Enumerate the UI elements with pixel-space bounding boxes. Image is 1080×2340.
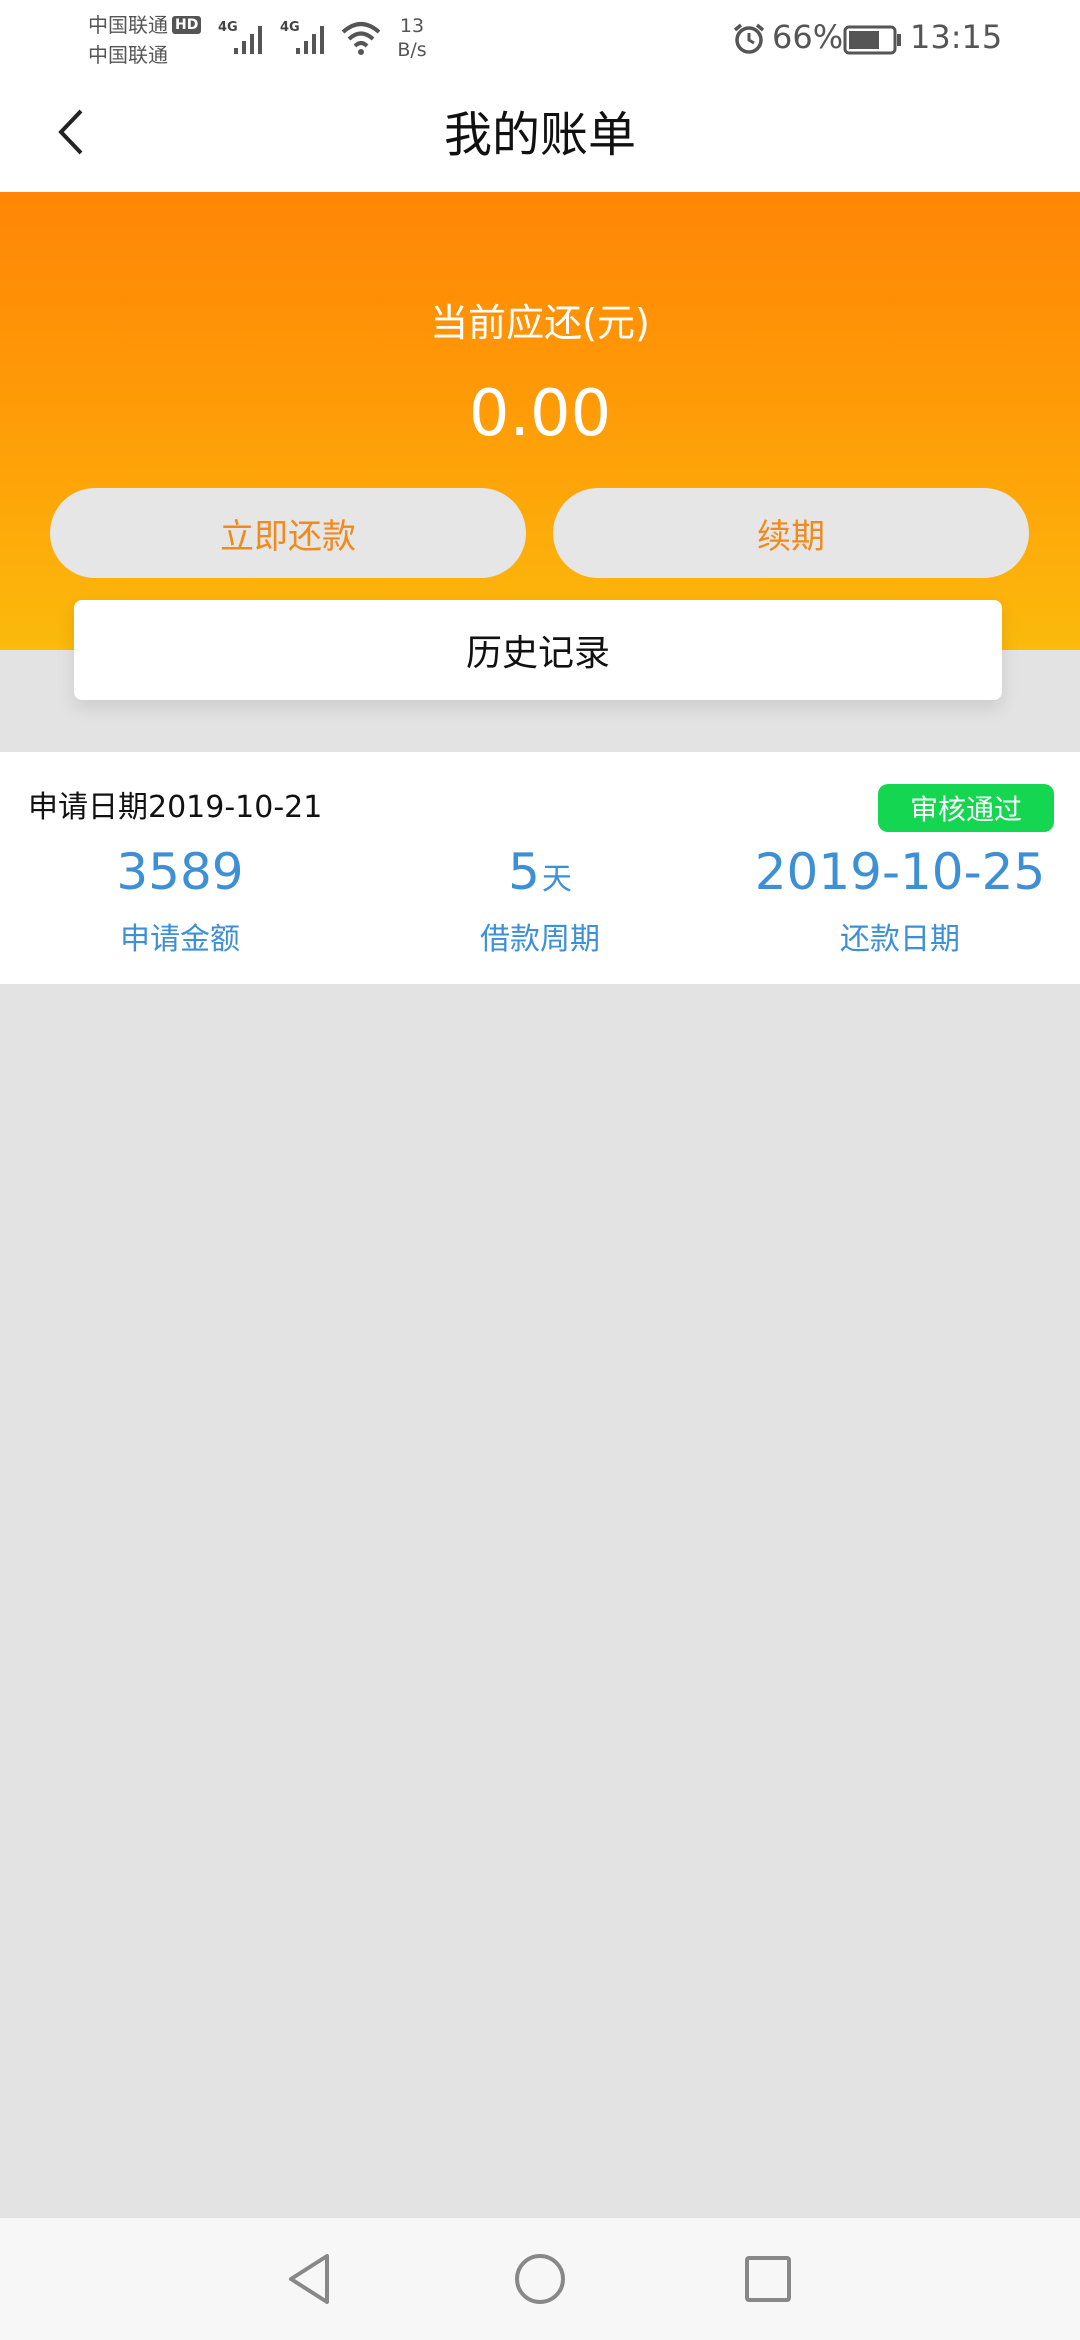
current-due-amount: 0.00 <box>468 377 612 451</box>
circle-home-icon <box>515 2254 565 2304</box>
wifi-icon <box>340 20 382 60</box>
triangle-back-icon <box>289 2254 329 2304</box>
status-bar: 中国联通 HD 中国联通 4G 4G 13 B/s 66% 13:15 <box>0 0 1080 78</box>
system-nav-bar <box>0 2218 1080 2340</box>
network-speed: 13 B/s <box>392 14 432 62</box>
carrier-info: 中国联通 HD 中国联通 <box>88 10 202 70</box>
loan-period-unit: 天 <box>541 862 572 897</box>
status-badge: 审核通过 <box>878 784 1054 832</box>
repay-date-column: 2019-10-25 还款日期 <box>720 840 1080 958</box>
apply-amount-value: 3589 <box>116 843 244 901</box>
repay-now-button[interactable]: 立即还款 <box>50 488 526 578</box>
history-button[interactable]: 历史记录 <box>74 600 1002 700</box>
hd-badge: HD <box>172 16 202 34</box>
system-back-button[interactable] <box>280 2249 340 2309</box>
renew-button[interactable]: 续期 <box>553 488 1029 578</box>
battery-icon <box>843 25 903 59</box>
loan-period-value: 5 <box>508 843 540 901</box>
apply-date: 申请日期2019-10-21 <box>28 790 323 825</box>
system-home-button[interactable] <box>510 2249 570 2309</box>
network-speed-value: 13 <box>399 15 425 37</box>
battery-percent: 66% <box>772 18 844 56</box>
square-recents-icon <box>745 2256 791 2302</box>
repayment-summary: 当前应还(元) 0.00 立即还款 续期 <box>0 192 1080 650</box>
loan-period-label: 借款周期 <box>480 922 600 957</box>
network-speed-unit: B/s <box>397 39 427 61</box>
loan-period-column: 5天 借款周期 <box>360 840 720 958</box>
navbar: 我的账单 <box>0 78 1080 192</box>
carrier-name-2: 中国联通 <box>88 43 168 67</box>
system-recents-button[interactable] <box>738 2249 798 2309</box>
carrier-name-1: 中国联通 <box>88 13 168 37</box>
alarm-icon <box>732 22 766 60</box>
loan-record-card[interactable]: 申请日期2019-10-21 审核通过 3589 申请金额 5天 借款周期 20… <box>0 752 1080 984</box>
page-title: 我的账单 <box>443 107 636 163</box>
current-due-label: 当前应还(元) <box>430 301 650 345</box>
clock: 13:15 <box>910 18 1003 56</box>
repay-date-value: 2019-10-25 <box>754 843 1046 901</box>
repay-date-label: 还款日期 <box>840 922 960 957</box>
apply-amount-label: 申请金额 <box>120 922 240 957</box>
loan-period-value-wrap: 5天 <box>360 840 720 904</box>
apply-amount-column: 3589 申请金额 <box>0 840 360 958</box>
